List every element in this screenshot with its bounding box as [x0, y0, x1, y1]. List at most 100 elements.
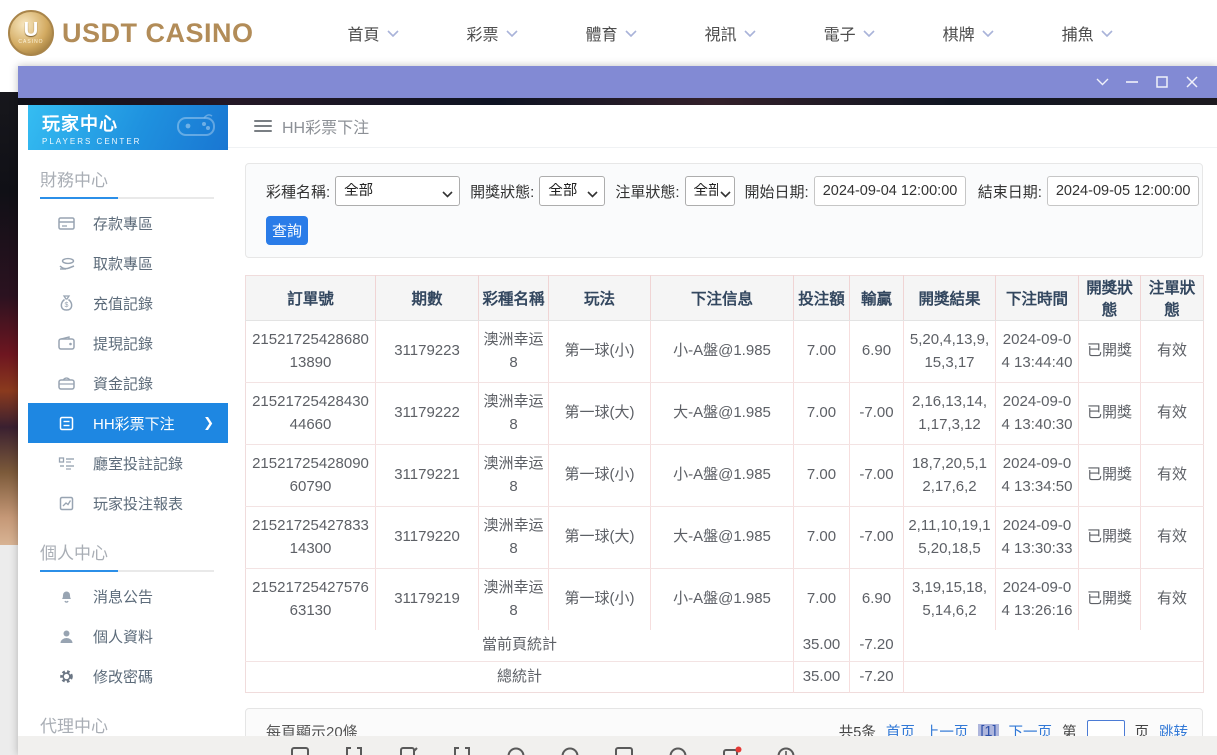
table-cell: 有效 [1141, 383, 1204, 445]
start-date-input[interactable] [814, 176, 966, 206]
sidebar-item-profile[interactable]: 個人資料 [28, 616, 228, 656]
sidebar-item-withdrawal-record[interactable]: 提現記錄 [28, 323, 228, 363]
col-bet-info: 下注信息 [651, 276, 794, 321]
sidebar-item-deposit[interactable]: 存款專區 [28, 203, 228, 243]
sidebar-item-change-password[interactable]: 修改密碼 [28, 656, 228, 696]
background-page-area [0, 545, 18, 755]
device-icon [398, 746, 418, 755]
nav-item-video[interactable]: 視訊 [671, 21, 790, 45]
document-list-icon [58, 415, 75, 432]
table-cell: 2152172542809060790 [246, 445, 376, 507]
order-status-label: 注單狀態: [615, 181, 679, 202]
nav-item-home[interactable]: 首頁 [314, 21, 433, 45]
end-date-label: 結束日期: [978, 181, 1042, 202]
col-order-no: 訂單號 [246, 276, 376, 321]
table-row: 215217254280906079031179221澳洲幸运8第一球(小)小-… [246, 445, 1204, 507]
wallet-icon [58, 335, 75, 352]
nav-item-slots[interactable]: 電子 [790, 21, 909, 45]
col-win-loss: 輸贏 [850, 276, 904, 321]
nav-item-label: 電子 [824, 21, 856, 45]
lottery-name-select[interactable]: 全部 [335, 176, 460, 206]
total-summary-label: 總統計 [246, 661, 794, 693]
col-bet-time: 下注時間 [996, 276, 1079, 321]
sidebar-item-label: 資金記錄 [93, 373, 153, 394]
nav-item-sports[interactable]: 體育 [552, 21, 671, 45]
table-cell: 大-A盤@1.985 [651, 383, 794, 445]
table-cell: 2152172542868013890 [246, 321, 376, 383]
chevron-down-icon [982, 30, 994, 37]
logo-coin-caption: CASINO [18, 39, 43, 45]
table-cell: 已開獎 [1079, 507, 1141, 569]
table-cell: 7.00 [794, 507, 850, 569]
end-date-input[interactable] [1047, 176, 1199, 206]
total-summary-empty [904, 661, 1204, 693]
purse-icon [58, 375, 75, 392]
nav-item-label: 體育 [586, 21, 618, 45]
table-cell: 澳洲幸运8 [479, 445, 549, 507]
sidebar-item-room-bet-record[interactable]: 廳室投註記錄 [28, 443, 228, 483]
table-cell: 3,19,15,18,5,14,6,2 [904, 569, 996, 631]
table-cell: 第一球(大) [549, 383, 651, 445]
draw-status-select[interactable]: 全部 [539, 176, 605, 206]
sidebar-item-funds-record[interactable]: 資金記錄 [28, 363, 228, 403]
window-body: 玩家中心 PLAYERS CENTER 財務中心 存款專區 取款專區 [18, 98, 1217, 755]
table-cell: 31179220 [376, 507, 479, 569]
chevron-right-icon: ❯ [203, 415, 214, 431]
circle-icon [506, 746, 526, 755]
window-minimize-icon[interactable] [1117, 69, 1147, 95]
square-outline-icon [290, 746, 310, 755]
background-dark-strip [18, 98, 1217, 105]
nav-item-label: 捕魚 [1062, 21, 1094, 45]
list-icon [58, 455, 75, 472]
order-status-select[interactable]: 全部 [685, 176, 735, 206]
hamburger-menu-icon[interactable] [254, 117, 272, 135]
sidebar-item-label: 廳室投註記錄 [93, 453, 183, 474]
site-header: U CASINO USDT CASINO 首頁 彩票 體育 視訊 電子 棋牌 [0, 0, 1217, 66]
table-cell: 2024-09-04 13:40:30 [996, 383, 1079, 445]
table-cell: 2152172542783314300 [246, 507, 376, 569]
sidebar-item-player-bet-report[interactable]: 玩家投注報表 [28, 483, 228, 523]
window-collapse-icon[interactable] [1087, 69, 1117, 95]
nav-item-cards[interactable]: 棋牌 [909, 21, 1028, 45]
sidebar-item-withdraw[interactable]: 取款專區 [28, 243, 228, 283]
total-summary-bet: 35.00 [794, 661, 850, 693]
table-cell: 31179222 [376, 383, 479, 445]
report-chart-icon [58, 495, 75, 512]
query-button[interactable]: 查詢 [266, 216, 308, 245]
section-divider [40, 570, 214, 572]
total-summary-row: 總統計 35.00 -7.20 [246, 661, 1204, 693]
table-cell: 2,11,10,19,15,20,18,5 [904, 507, 996, 569]
table-cell: 2024-09-04 13:44:40 [996, 321, 1079, 383]
logo-letter: U [24, 21, 38, 39]
logo-coin-icon: U CASINO [8, 10, 54, 56]
main-content: HH彩票下注 彩種名稱: 全部 開獎狀態: 全部 [228, 105, 1217, 755]
table-cell: 2152172542843044660 [246, 383, 376, 445]
nav-item-lottery[interactable]: 彩票 [433, 21, 552, 45]
sidebar-item-recharge-record[interactable]: $ 充值記錄 [28, 283, 228, 323]
table-cell: 第一球(大) [549, 507, 651, 569]
table-cell: 31179219 [376, 569, 479, 631]
nav-item-fishing[interactable]: 捕魚 [1028, 21, 1147, 45]
table-cell: 6.90 [850, 569, 904, 631]
table-cell: 大-A盤@1.985 [651, 507, 794, 569]
site-logo[interactable]: U CASINO USDT CASINO [8, 10, 254, 56]
window-close-icon[interactable] [1177, 69, 1207, 95]
sidebar-item-hh-lottery-bet[interactable]: HH彩票下注 ❯ [28, 403, 228, 443]
gamepad-icon [174, 112, 218, 143]
col-draw-status: 開獎狀態 [1079, 276, 1141, 321]
table-cell: 7.00 [794, 569, 850, 631]
sidebar-item-announcements[interactable]: 消息公告 [28, 576, 228, 616]
table-cell: 有效 [1141, 569, 1204, 631]
sidebar: 玩家中心 PLAYERS CENTER 財務中心 存款專區 取款專區 [28, 105, 228, 755]
table-cell: 7.00 [794, 321, 850, 383]
window-maximize-icon[interactable] [1147, 69, 1177, 95]
table-cell: 31179221 [376, 445, 479, 507]
bet-records-table-wrap: 訂單號 期數 彩種名稱 玩法 下注信息 投注額 輸贏 開獎結果 下注時間 開獎狀… [245, 275, 1203, 693]
table-row: 215217254278331430031179220澳洲幸运8第一球(大)大-… [246, 507, 1204, 569]
clock-icon [776, 746, 796, 755]
section-divider [40, 197, 214, 199]
table-cell: 第一球(小) [549, 321, 651, 383]
nav-item-label: 棋牌 [943, 21, 975, 45]
page-summary-empty [904, 630, 1204, 661]
circle-icon [560, 746, 580, 755]
